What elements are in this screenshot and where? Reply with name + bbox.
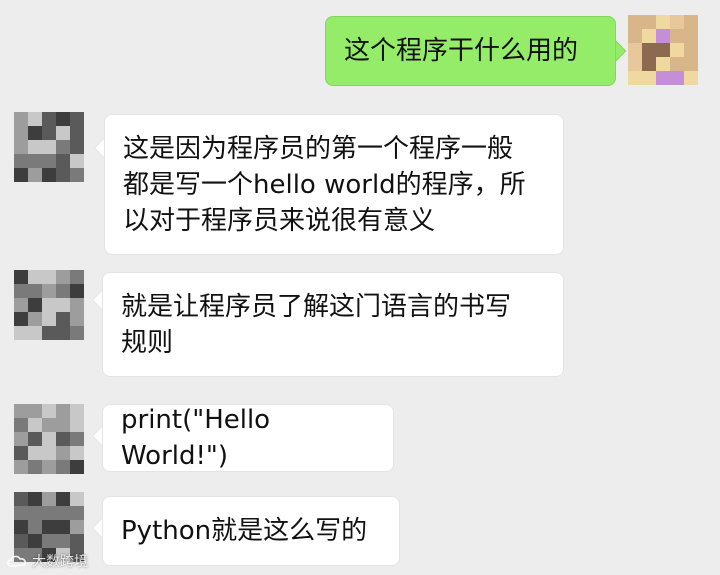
message-bubble-received[interactable]: print("Hello World!") <box>102 404 394 472</box>
message-bubble-received[interactable]: 这是因为程序员的第一个程序一般 都是写一个hello world的程序，所 以对… <box>104 114 564 255</box>
contact-avatar[interactable] <box>14 270 84 340</box>
contact-avatar[interactable] <box>14 404 84 474</box>
message-text: 这个程序干什么用的 <box>344 36 579 66</box>
message-text: Python就是这么写的 <box>121 516 368 546</box>
self-avatar[interactable] <box>628 15 698 85</box>
chat-window: 这个程序干什么用的 这是因为程序员的第一个程序一般 都是写一个hello wor… <box>0 0 720 575</box>
contact-avatar[interactable] <box>14 112 84 182</box>
cloud-logo-icon <box>7 555 27 567</box>
message-bubble-received[interactable]: Python就是这么写的 <box>102 496 400 566</box>
message-text: 这是因为程序员的第一个程序一般 都是写一个hello world的程序，所 以对… <box>123 133 526 236</box>
message-bubble-sent[interactable]: 这个程序干什么用的 <box>325 16 616 86</box>
message-text: 就是让程序员了解这门语言的书写 规则 <box>121 291 512 358</box>
message-text: print("Hello World!") <box>121 405 279 471</box>
watermark-text: 大数跨境 <box>32 554 88 570</box>
watermark: 大数跨境 <box>6 551 88 571</box>
message-bubble-received[interactable]: 就是让程序员了解这门语言的书写 规则 <box>102 272 564 377</box>
